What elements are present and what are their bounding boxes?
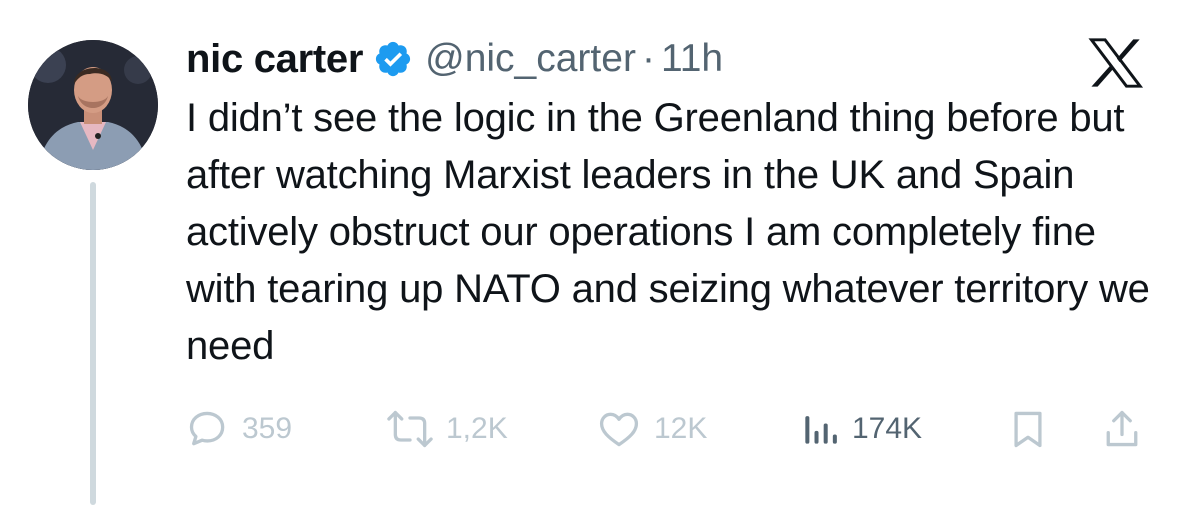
thread-line xyxy=(90,182,96,505)
tweet-header: nic carter @nic_carter · 11h xyxy=(186,30,723,88)
tweet-actions: 359 1,2K 12K 174K xyxy=(186,404,1146,454)
reply-button[interactable]: 359 xyxy=(186,404,292,454)
bookmark-button[interactable] xyxy=(1008,404,1048,454)
tweet-text: I didn’t see the logic in the Greenland … xyxy=(186,96,1150,368)
x-logo-icon xyxy=(1088,38,1144,88)
reply-count: 359 xyxy=(242,412,293,445)
author-name[interactable]: nic carter xyxy=(186,37,363,82)
author-avatar[interactable] xyxy=(28,40,158,170)
view-count: 174K xyxy=(852,412,923,445)
repost-button[interactable]: 1,2K xyxy=(386,404,508,454)
views-button[interactable]: 174K xyxy=(800,404,922,454)
share-button[interactable] xyxy=(1102,404,1142,454)
verified-badge-icon xyxy=(376,41,411,77)
like-button[interactable]: 12K xyxy=(596,404,707,454)
heart-icon xyxy=(599,412,639,447)
header-separator: · xyxy=(641,37,655,80)
repost-count: 1,2K xyxy=(446,412,508,445)
views-chart-icon xyxy=(805,416,837,444)
bookmark-icon xyxy=(1014,411,1042,448)
share-icon xyxy=(1106,410,1138,447)
reply-icon xyxy=(189,411,225,446)
author-handle[interactable]: @nic_carter xyxy=(425,37,636,81)
avatar-photo xyxy=(28,40,158,170)
like-count: 12K xyxy=(654,412,708,445)
tweet-timestamp[interactable]: 11h xyxy=(661,37,723,81)
repost-icon xyxy=(387,410,433,448)
